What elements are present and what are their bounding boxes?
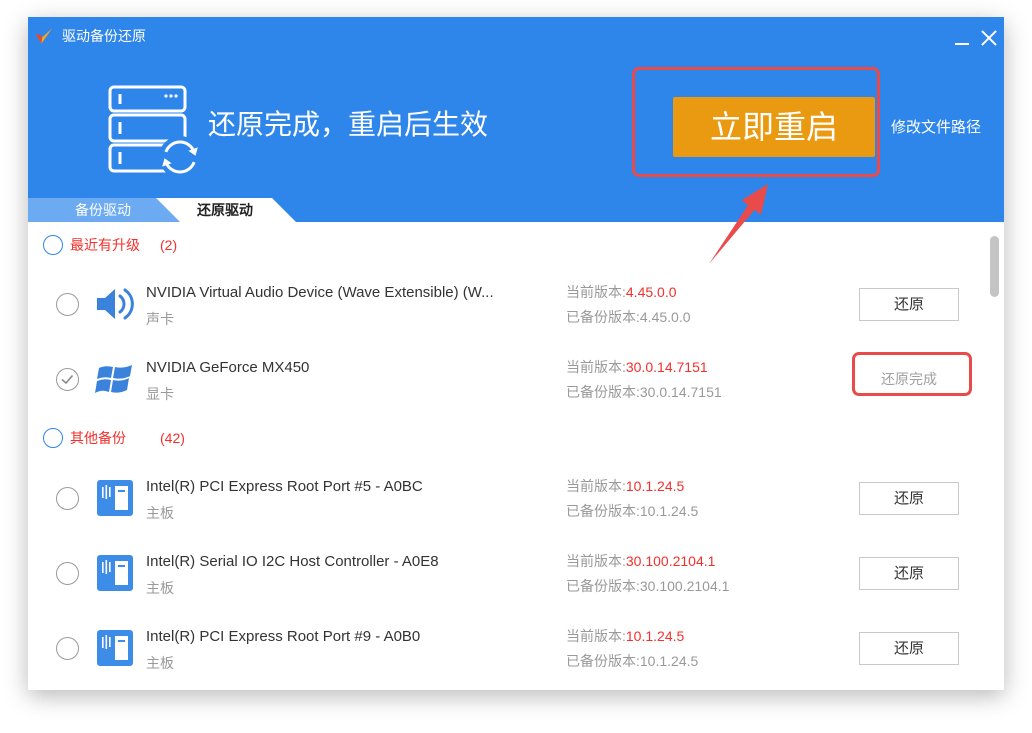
motherboard-icon <box>97 480 133 516</box>
driver-category: 主板 <box>146 655 174 671</box>
current-version-label: 当前版本: <box>566 284 626 300</box>
driver-name: Intel(R) PCI Express Root Port #9 - A0B0 <box>146 628 421 645</box>
app-window: 驱动备份还原 还原完成，重启后生效 立即重启 修改文件路径 备份驱动 还原驱动 … <box>28 17 1004 690</box>
tab-backup-drivers[interactable]: 备份驱动 <box>28 198 180 222</box>
checkmark-icon <box>61 374 74 385</box>
current-version: 当前版本:10.1.24.5 <box>566 477 684 495</box>
driver-row: Intel(R) PCI Express Root Port #5 - A0BC… <box>28 461 983 536</box>
group-select-radio[interactable] <box>43 428 63 448</box>
current-version-label: 当前版本: <box>566 359 626 375</box>
windows-logo-icon <box>95 365 132 393</box>
current-version: 当前版本:30.100.2104.1 <box>566 552 715 570</box>
driver-category: 主板 <box>146 580 174 596</box>
backup-version: 已备份版本:10.1.24.5 <box>566 502 698 520</box>
driver-category: 显卡 <box>146 386 174 402</box>
backup-version: 已备份版本:10.1.24.5 <box>566 652 698 670</box>
backup-version-label: 已备份版本: <box>566 503 640 519</box>
driver-row: NVIDIA GeForce MX450 显卡 当前版本:30.0.14.715… <box>28 342 983 417</box>
speaker-icon <box>97 288 134 320</box>
group-count: (42) <box>160 430 185 446</box>
restore-button[interactable]: 还原 <box>859 288 959 321</box>
driver-category: 声卡 <box>146 311 174 327</box>
backup-version-value: 4.45.0.0 <box>639 309 691 325</box>
minimize-icon <box>955 43 969 45</box>
backup-version-label: 已备份版本: <box>566 309 640 325</box>
driver-select-radio[interactable] <box>56 487 79 510</box>
backup-version: 已备份版本:4.45.0.0 <box>566 308 691 326</box>
current-version: 当前版本:30.0.14.7151 <box>566 358 708 376</box>
tab-restore-drivers[interactable]: 还原驱动 <box>156 198 296 222</box>
window-title: 驱动备份还原 <box>62 28 146 44</box>
driver-select-radio-checked[interactable] <box>56 368 79 391</box>
current-version-label: 当前版本: <box>566 478 626 494</box>
backup-version: 已备份版本:30.100.2104.1 <box>566 577 729 595</box>
backup-version-value: 30.0.14.7151 <box>639 384 722 400</box>
current-version: 当前版本:4.45.0.0 <box>566 283 677 301</box>
driver-select-radio[interactable] <box>56 293 79 316</box>
backup-version-value: 10.1.24.5 <box>639 653 699 669</box>
current-version-value: 10.1.24.5 <box>625 628 685 644</box>
current-version-value: 30.100.2104.1 <box>625 553 716 569</box>
backup-version-value: 10.1.24.5 <box>639 503 699 519</box>
backup-version-label: 已备份版本: <box>566 578 640 594</box>
group-select-radio[interactable] <box>43 235 63 255</box>
group-count: (2) <box>160 237 178 253</box>
restore-button[interactable]: 还原 <box>859 557 959 590</box>
header-banner: 驱动备份还原 还原完成，重启后生效 立即重启 修改文件路径 备份驱动 还原驱动 <box>28 17 1004 222</box>
restore-button[interactable]: 还原 <box>859 632 959 665</box>
driver-name: NVIDIA GeForce MX450 <box>146 359 310 376</box>
change-file-path-link[interactable]: 修改文件路径 <box>891 118 981 138</box>
current-version-label: 当前版本: <box>566 628 626 644</box>
driver-select-radio[interactable] <box>56 637 79 660</box>
motherboard-icon <box>97 555 133 591</box>
driver-row: NVIDIA Virtual Audio Device (Wave Extens… <box>28 267 983 342</box>
driver-row: Intel(R) Serial IO I2C Host Controller -… <box>28 536 983 611</box>
minimize-button[interactable] <box>950 29 974 53</box>
server-restore-icon <box>108 85 201 178</box>
motherboard-icon <box>97 630 133 666</box>
backup-version-label: 已备份版本: <box>566 384 640 400</box>
current-version-label: 当前版本: <box>566 553 626 569</box>
restore-status-text: 还原完成，重启后生效 <box>208 109 489 140</box>
restart-now-button[interactable]: 立即重启 <box>673 97 875 157</box>
driver-name: NVIDIA Virtual Audio Device (Wave Extens… <box>146 284 494 301</box>
backup-version-value: 30.100.2104.1 <box>639 578 730 594</box>
driver-name: Intel(R) Serial IO I2C Host Controller -… <box>146 553 439 570</box>
backup-version-label: 已备份版本: <box>566 653 640 669</box>
scrollbar-thumb[interactable] <box>990 236 999 297</box>
restore-button[interactable]: 还原 <box>859 482 959 515</box>
backup-version: 已备份版本:30.0.14.7151 <box>566 383 722 401</box>
driver-category: 主板 <box>146 505 174 521</box>
current-version: 当前版本:10.1.24.5 <box>566 627 684 645</box>
group-label: 其他备份 <box>70 430 126 446</box>
driver-name: Intel(R) PCI Express Root Port #5 - A0BC <box>146 478 423 495</box>
current-version-value: 4.45.0.0 <box>625 284 677 300</box>
driver-row: Intel(R) PCI Express Root Port #9 - A0B0… <box>28 611 983 686</box>
close-button[interactable] <box>977 26 1001 50</box>
driver-select-radio[interactable] <box>56 562 79 585</box>
app-logo-icon <box>36 28 52 44</box>
close-icon <box>977 26 1001 50</box>
group-label: 最近有升级 <box>70 237 140 253</box>
current-version-value: 30.0.14.7151 <box>625 359 708 375</box>
current-version-value: 10.1.24.5 <box>625 478 685 494</box>
restore-complete-status: 还原完成 <box>881 371 937 387</box>
